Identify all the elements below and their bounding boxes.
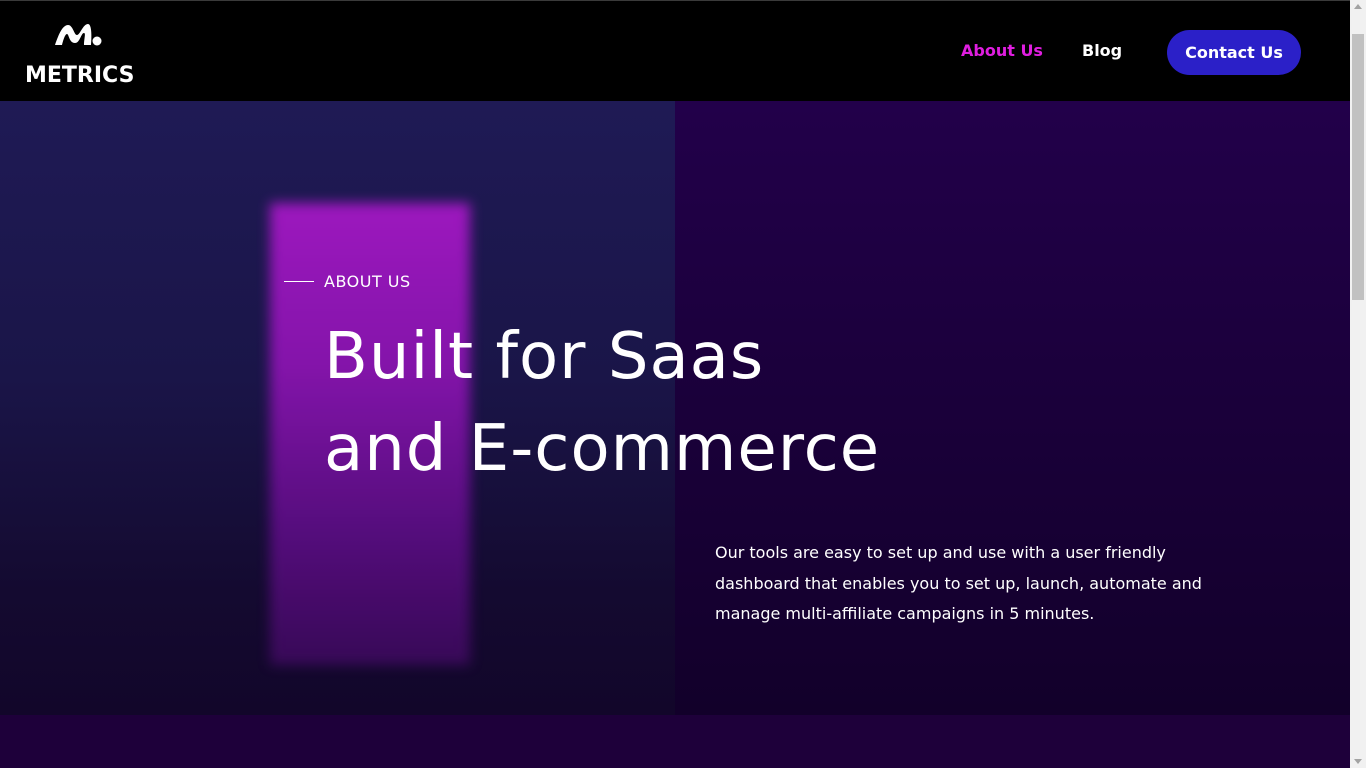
logo-text: METRICS <box>25 63 135 88</box>
nav-link-about-us[interactable]: About Us <box>961 41 1043 60</box>
section-eyebrow: ABOUT US <box>284 272 411 291</box>
eyebrow-divider <box>284 281 314 282</box>
hero-section: ABOUT US Built for Saas and E-commerce O… <box>0 101 1350 715</box>
next-section-band <box>0 715 1350 768</box>
nav-link-blog[interactable]: Blog <box>1082 41 1122 60</box>
headline-line-1: Built for Saas <box>324 320 765 394</box>
metrics-logo-icon <box>55 24 102 46</box>
contact-us-button[interactable]: Contact Us <box>1167 30 1301 75</box>
eyebrow-label: ABOUT US <box>324 272 411 291</box>
scroll-down-icon[interactable] <box>1354 759 1362 764</box>
hero-headline: Built for Saas and E-commerce <box>324 311 1084 495</box>
logo-link[interactable]: METRICS <box>25 19 135 91</box>
page: METRICS About Us Blog Contact Us ABOUT U… <box>0 0 1366 768</box>
hero-description: Our tools are easy to set up and use wit… <box>715 543 1202 623</box>
vertical-scrollbar[interactable] <box>1350 0 1366 768</box>
headline-line-2: and E-commerce <box>324 412 881 486</box>
scrollbar-thumb[interactable] <box>1352 34 1364 300</box>
site-header: METRICS About Us Blog Contact Us <box>0 0 1350 101</box>
scroll-up-icon[interactable] <box>1354 4 1362 9</box>
